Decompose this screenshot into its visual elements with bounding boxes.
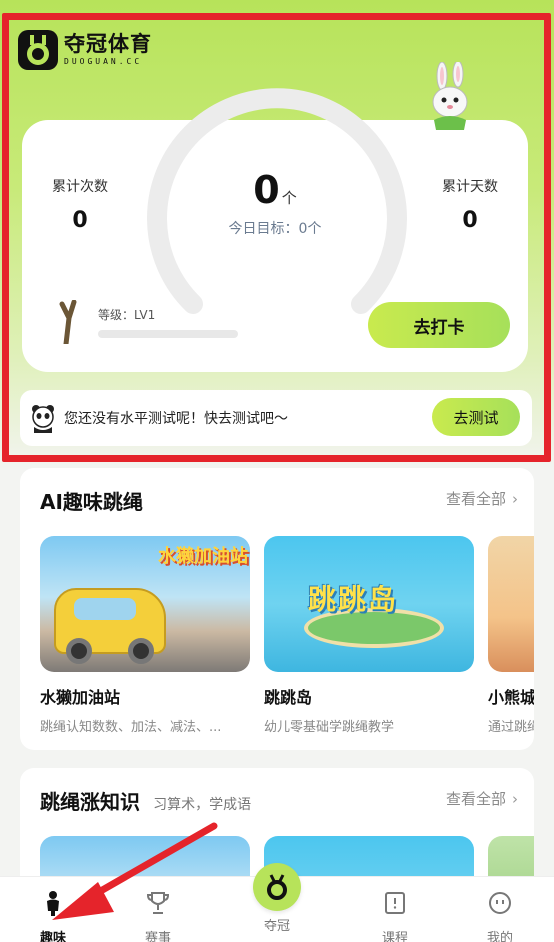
medal-icon [253,863,301,911]
rabbit-mascot-icon [432,62,468,130]
tab-label: 赛事 [144,931,171,942]
tab-label: 夺冠 [263,919,290,934]
car-illustration [54,588,166,664]
chevron-right-icon: › [512,790,518,808]
thumbnail-caption: 跳跳岛 [308,583,399,616]
card-title: 小熊城 [488,688,534,707]
smiley-icon [489,892,511,914]
level-test-prompt: 您还没有水平测试呢！快去测试吧～ 去测试 [20,390,532,446]
tab-label: 我的 [486,931,513,942]
medal-logo-icon [18,30,58,70]
game-card-jump-island[interactable]: 跳跳岛 跳跳岛 幼儿零基础学跳绳教学 [264,536,474,735]
brand-domain: DUOGUAN.CC [64,57,143,66]
game-card-otter-station[interactable]: 水獭加油站 水獭加油站 跳绳认知数数、加法、减法、... [40,536,250,735]
start-test-button[interactable]: 去测试 [432,398,520,436]
thumbnail-caption: 水獭加油站 [158,546,248,567]
section-title: AI趣味跳绳 [40,490,143,514]
today-count-value: 0 [253,168,280,212]
test-prompt-text: 您还没有水平测试呢！快去测试吧～ [64,411,288,427]
trophy-icon [146,892,170,914]
level-progress-bar [98,330,238,338]
person-icon [47,891,59,916]
view-all-link[interactable]: 查看全部 › [446,788,518,809]
game-thumbnail: 跳跳岛 [264,536,474,672]
game-thumbnail: 水獭加油站 [40,536,250,672]
level-text: 等级：LV1 [98,308,156,322]
panda-icon [32,405,54,433]
stats-card: 累计次数 0 0个 今日目标：0个 累计天数 0 等级：LV1 去打卡 [22,88,528,372]
section-subtitle: 习算术，学成语 [153,797,252,813]
tab-events[interactable]: 赛事 [118,877,198,942]
card-title: 水獭加油站 [40,688,121,707]
brand-name: 夺冠体育 [64,32,152,56]
book-icon [385,892,405,914]
section-title: 跳绳涨知识 [40,790,140,814]
cumulative-days-value: 0 [462,208,478,233]
card-desc: 幼儿零基础学跳绳教学 [264,720,395,735]
chevron-right-icon: › [512,490,518,508]
game-thumbnail [488,536,534,672]
card-desc: 跳绳认知数数、加法、减法、... [40,720,222,735]
today-count-unit: 个 [281,189,297,207]
ai-jump-rope-section: AI趣味跳绳 查看全部 › 水獭加油站 水獭加油站 跳绳认知数数、加法、减法、..… [20,468,534,750]
tab-mine[interactable]: 我的 [460,877,540,942]
bottom-tab-bar: 趣味 赛事 夺冠 课程 我的 [0,863,554,942]
view-all-label: 查看全部 [445,490,506,508]
branch-icon [59,300,77,344]
card-title: 跳跳岛 [264,688,313,707]
tab-label: 课程 [381,931,408,942]
cumulative-days-label: 累计天数 [442,179,498,195]
brand-logo: 夺冠体育 DUOGUAN.CC [18,30,152,70]
checkin-button[interactable]: 去打卡 [368,302,510,348]
tab-label: 趣味 [39,931,66,942]
tab-duoguan[interactable]: 夺冠 [237,863,317,934]
tab-courses[interactable]: 课程 [355,877,435,942]
game-card-bear-city[interactable]: 小熊城 通过跳绳 [488,536,534,735]
view-all-label: 查看全部 [445,790,506,808]
tab-fun[interactable]: 趣味 [13,877,93,942]
card-desc: 通过跳绳 [488,720,534,735]
cumulative-days: 累计天数 0 [440,176,500,233]
view-all-link[interactable]: 查看全部 › [446,488,518,509]
